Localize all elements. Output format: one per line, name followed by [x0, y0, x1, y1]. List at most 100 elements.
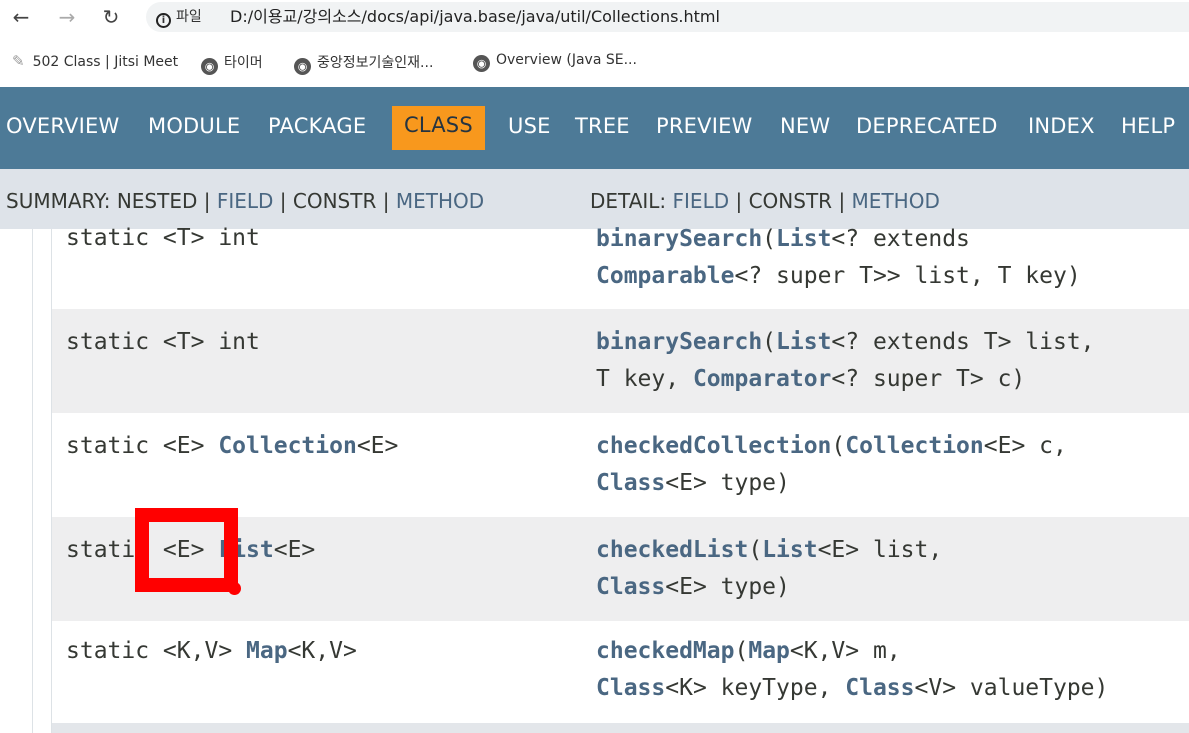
- globe-icon: ◉: [201, 58, 218, 75]
- javadoc-top-nav: OVERVIEW MODULE PACKAGE CLASS USE TREE P…: [0, 87, 1189, 169]
- summary-label: SUMMARY:: [6, 189, 111, 213]
- site-info-button[interactable]: i 파일: [156, 2, 202, 32]
- bookmark-label: 502 Class | Jitsi Meet: [32, 54, 179, 70]
- site-info-label: 파일: [176, 9, 202, 25]
- summary-field-link[interactable]: FIELD: [217, 189, 274, 213]
- divider: [32, 229, 33, 733]
- nav-new[interactable]: NEW: [780, 114, 830, 138]
- summary-method-link[interactable]: METHOD: [396, 189, 484, 213]
- bookmark-item[interactable]: ✎ 502 Class | Jitsi Meet: [12, 52, 178, 70]
- next-row-edge: [52, 723, 1189, 733]
- bookmark-item[interactable]: ◉ 중앙정보기술인재...: [294, 52, 433, 75]
- summary-links: SUMMARY: NESTED | FIELD | CONSTR | METHO…: [6, 189, 484, 213]
- nav-tree[interactable]: TREE: [575, 114, 630, 138]
- type-link[interactable]: Collection: [845, 433, 983, 459]
- method-link[interactable]: checkedList: [596, 537, 748, 563]
- signature-line: Class<E> type): [596, 569, 942, 606]
- signature-line: binarySearch(List<? extends T> list,: [596, 324, 1095, 361]
- sig-text: (: [762, 226, 777, 252]
- type-link[interactable]: Class: [596, 574, 665, 600]
- detail-field-link[interactable]: FIELD: [673, 189, 730, 213]
- url-text[interactable]: D:/이용교/강의소스/docs/api/java.base/java/util…: [230, 2, 720, 32]
- method-cell: binarySearch(List<? extends Comparable<?…: [596, 221, 1081, 295]
- bookmarks-bar: ✎ 502 Class | Jitsi Meet ◉ 타이머 ◉ 중앙정보기술인재..…: [0, 44, 1189, 80]
- modifier-cell: static <K,V> Map<K,V>: [66, 638, 357, 664]
- type-link[interactable]: Collection: [218, 433, 356, 459]
- type-link[interactable]: Map: [246, 638, 288, 664]
- type-link[interactable]: Comparable: [596, 263, 734, 289]
- signature-line: binarySearch(List<? extends: [596, 221, 1081, 258]
- sig-text: <? extends: [831, 226, 970, 252]
- signature-line: checkedMap(Map<K,V> m,: [596, 633, 1108, 670]
- bookmark-item[interactable]: ◉ 타이머: [201, 52, 263, 75]
- method-link[interactable]: binarySearch: [596, 329, 762, 355]
- method-link[interactable]: binarySearch: [596, 226, 762, 252]
- signature-line: Class<E> type): [596, 465, 1067, 502]
- pen-icon: ✎: [12, 52, 25, 70]
- modifier-text: static <T> int: [66, 329, 260, 355]
- method-cell: checkedList(List<E> list, Class<E> type): [596, 532, 942, 606]
- signature-line: Comparable<? super T>> list, T key): [596, 258, 1081, 295]
- address-bar[interactable]: i 파일 D:/이용교/강의소스/docs/api/java.base/java/…: [146, 2, 1189, 32]
- table-row: static <T> int binarySearch(List<? exten…: [52, 225, 1189, 309]
- highlight-dot: [228, 582, 241, 595]
- sig-text: <E> c,: [983, 433, 1067, 459]
- sig-text: <? super T>> list, T key): [734, 263, 1081, 289]
- nav-package[interactable]: PACKAGE: [268, 114, 366, 138]
- nav-index[interactable]: INDEX: [1028, 114, 1095, 138]
- type-link[interactable]: List: [776, 226, 831, 252]
- table-row: static <K,V> Map<K,V> checkedMap(Map<K,V…: [52, 621, 1189, 723]
- modifier-text: <E>: [356, 433, 399, 459]
- method-cell: checkedMap(Map<K,V> m, Class<K> keyType,…: [596, 633, 1108, 707]
- bookmark-label: 타이머: [224, 55, 263, 71]
- signature-line: Class<K> keyType, Class<V> valueType): [596, 670, 1108, 707]
- sig-text: <K,V> m,: [789, 638, 901, 664]
- nav-preview[interactable]: PREVIEW: [656, 114, 753, 138]
- sig-text: <V> valueType): [914, 675, 1109, 701]
- sig-text: (: [748, 537, 763, 563]
- separator: |: [279, 189, 287, 213]
- type-link[interactable]: Comparator: [693, 366, 831, 392]
- nav-overview[interactable]: OVERVIEW: [6, 114, 119, 138]
- type-link[interactable]: List: [776, 329, 831, 355]
- signature-line: checkedList(List<E> list,: [596, 532, 942, 569]
- bookmark-label: Overview (Java SE...: [496, 52, 637, 68]
- type-link[interactable]: Map: [748, 638, 790, 664]
- bookmark-item[interactable]: ◉ Overview (Java SE...: [473, 52, 637, 72]
- sig-text: <E> list,: [817, 537, 943, 563]
- sig-text: (: [762, 329, 777, 355]
- type-link[interactable]: Class: [596, 470, 665, 496]
- sig-text: T key,: [596, 366, 693, 392]
- nav-class[interactable]: CLASS: [392, 106, 485, 150]
- method-cell: binarySearch(List<? extends T> list, T k…: [596, 324, 1095, 398]
- detail-method-link[interactable]: METHOD: [852, 189, 940, 213]
- method-link[interactable]: checkedCollection: [596, 433, 831, 459]
- highlight-box: [135, 508, 238, 592]
- nav-help[interactable]: HELP: [1121, 114, 1175, 138]
- table-row: static <T> int binarySearch(List<? exten…: [52, 309, 1189, 413]
- reload-icon[interactable]: ↻: [98, 4, 124, 30]
- sig-text: <? super T> c): [831, 366, 1026, 392]
- separator: |: [382, 189, 390, 213]
- signature-line: T key, Comparator<? super T> c): [596, 361, 1095, 398]
- javadoc-sub-nav: SUMMARY: NESTED | FIELD | CONSTR | METHO…: [0, 169, 1189, 229]
- forward-arrow-icon[interactable]: →: [54, 4, 80, 30]
- method-link[interactable]: checkedMap: [596, 638, 734, 664]
- type-link[interactable]: List: [762, 537, 817, 563]
- type-link[interactable]: Class: [845, 675, 914, 701]
- bookmark-label: 중앙정보기술인재...: [317, 55, 434, 71]
- nav-deprecated[interactable]: DEPRECATED: [856, 114, 998, 138]
- back-arrow-icon[interactable]: ←: [8, 4, 34, 30]
- globe-icon: ◉: [473, 55, 490, 72]
- sig-text: <? extends T> list,: [831, 329, 1095, 355]
- nav-use[interactable]: USE: [508, 114, 551, 138]
- nav-module[interactable]: MODULE: [148, 114, 240, 138]
- modifier-text: <E>: [273, 537, 316, 563]
- separator: |: [735, 189, 743, 213]
- type-link[interactable]: Class: [596, 675, 665, 701]
- sig-text: (: [831, 433, 846, 459]
- separator: |: [838, 189, 846, 213]
- summary-constr: CONSTR: [292, 189, 377, 213]
- modifier-cell: static <T> int: [66, 329, 260, 355]
- left-gutter: [0, 229, 52, 733]
